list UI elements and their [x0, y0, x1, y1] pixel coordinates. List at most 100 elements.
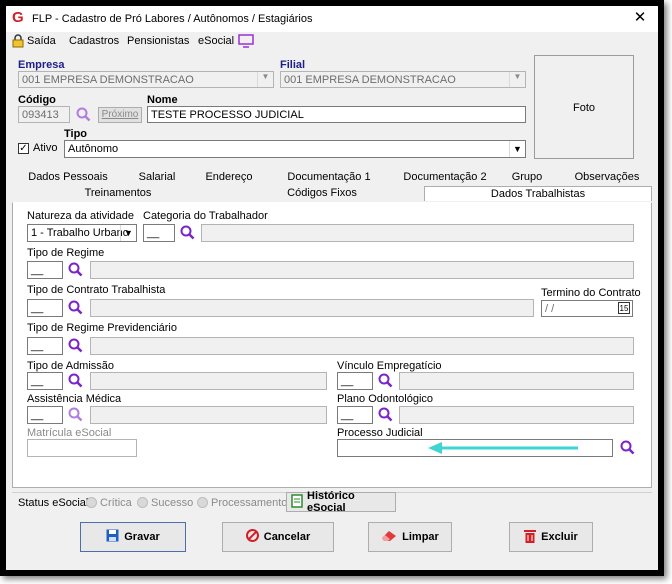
tipo-select[interactable]: Autônomo ▼ — [64, 140, 526, 158]
menu-esocial[interactable]: eSocial — [198, 35, 234, 47]
ativo-label: Ativo — [33, 142, 58, 154]
assistencia-code[interactable]: __ — [27, 406, 63, 424]
termino-value: / / — [545, 303, 555, 315]
monitor-icon[interactable] — [238, 34, 254, 51]
assistencia-label: Assistência Médica — [27, 393, 122, 405]
close-button[interactable]: ✕ — [630, 9, 650, 27]
matricula-label: Matrícula eSocial — [27, 427, 112, 439]
filial-label: Filial — [280, 59, 306, 71]
tipo-contrato-desc — [90, 299, 534, 317]
limpar-label: Limpar — [402, 531, 439, 543]
gravar-button[interactable]: Gravar — [80, 522, 186, 552]
window-title: FLP - Cadastro de Pró Labores / Autônomo… — [32, 13, 313, 25]
plano-odonto-desc — [399, 406, 634, 424]
limpar-button[interactable]: Limpar — [368, 522, 452, 552]
termino-date[interactable]: / / 15 — [541, 300, 633, 317]
tab-salarial[interactable]: Salarial — [122, 170, 192, 185]
empresa-select[interactable]: 001 EMPRESA DEMONSTRACAO ▼ — [18, 71, 274, 88]
search-icon[interactable] — [378, 407, 393, 422]
gravar-label: Gravar — [124, 531, 160, 543]
vinculo-code[interactable]: __ — [337, 372, 373, 390]
menu-cadastros[interactable]: Cadastros — [69, 35, 119, 47]
tab-endereco[interactable]: Endereço — [194, 170, 264, 185]
ativo-checkbox[interactable]: ✓ — [18, 143, 29, 154]
filial-select[interactable]: 001 EMPRESA DEMONSTRACAO ▼ — [280, 71, 526, 88]
chevron-down-icon: ▼ — [257, 72, 273, 87]
admissao-code[interactable]: __ — [27, 372, 63, 390]
natureza-value: 1 - Trabalho Urbano — [31, 227, 129, 239]
regime-prev-desc — [90, 337, 634, 355]
processo-label: Processo Judicial — [337, 427, 423, 439]
tipo-regime-code[interactable]: __ — [27, 261, 63, 279]
chevron-down-icon: ▼ — [509, 141, 525, 157]
tab-observacoes[interactable]: Observações — [564, 170, 650, 185]
categoria-code[interactable]: __ — [143, 224, 175, 242]
critica-label: Crítica — [100, 497, 132, 509]
regime-prev-label: Tipo de Regime Previdenciário — [27, 322, 177, 334]
admissao-desc — [90, 372, 327, 390]
chevron-down-icon: ▼ — [120, 225, 136, 241]
cancelar-button[interactable]: Cancelar — [222, 522, 334, 552]
plano-odonto-code[interactable]: __ — [337, 406, 373, 424]
tab-treinamentos[interactable]: Treinamentos — [18, 186, 218, 201]
historico-esocial-button[interactable]: Histórico eSocial — [286, 490, 396, 514]
nome-input[interactable]: TESTE PROCESSO JUDICIAL — [147, 106, 526, 123]
arrow-left-icon — [426, 440, 581, 459]
tab-dados-pessoais[interactable]: Dados Pessoais — [18, 170, 118, 185]
app-window: G FLP - Cadastro de Pró Labores / Autôno… — [6, 6, 658, 570]
filial-value: 001 EMPRESA DEMONSTRACAO — [284, 74, 456, 86]
tipo-contrato-code[interactable]: __ — [27, 299, 63, 317]
tipo-contrato-label: Tipo de Contrato Trabalhista — [27, 284, 166, 296]
excluir-button[interactable]: Excluir — [509, 522, 593, 552]
tab-grupo[interactable]: Grupo — [502, 170, 552, 185]
sucesso-radio[interactable] — [137, 497, 148, 508]
search-icon[interactable] — [68, 373, 83, 388]
proximo-button[interactable]: Próximo — [98, 107, 142, 123]
floppy-icon — [106, 529, 119, 545]
search-icon[interactable] — [378, 373, 393, 388]
tipo-label: Tipo — [64, 128, 88, 140]
tipo-regime-label: Tipo de Regime — [27, 247, 105, 259]
sucesso-label: Sucesso — [151, 497, 194, 509]
calendar-icon[interactable]: 15 — [618, 302, 630, 314]
assistencia-desc — [90, 406, 327, 424]
categoria-desc — [201, 224, 634, 242]
tab-documentacao-1[interactable]: Documentação 1 — [274, 170, 384, 185]
cancel-icon — [245, 529, 259, 545]
menu-pensionistas[interactable]: Pensionistas — [127, 35, 189, 47]
document-icon — [291, 493, 303, 511]
vinculo-desc — [399, 372, 634, 390]
critica-radio[interactable] — [86, 497, 97, 508]
processamento-label: Processamento — [211, 497, 288, 509]
codigo-value: 093413 — [22, 109, 59, 121]
app-logo-icon: G — [12, 9, 24, 26]
empresa-label: Empresa — [18, 59, 65, 71]
photo-box[interactable]: Foto — [534, 55, 634, 159]
plano-odonto-label: Plano Odontológico — [337, 393, 434, 405]
historico-label: Histórico eSocial — [307, 490, 355, 514]
codigo-label: Código — [18, 94, 56, 106]
search-icon[interactable] — [68, 262, 83, 277]
matricula-input[interactable] — [27, 439, 137, 457]
codigo-field[interactable]: 093413 — [18, 106, 70, 123]
tab-dados-trabalhistas[interactable]: Dados Trabalhistas — [424, 186, 652, 201]
search-icon[interactable] — [76, 107, 91, 122]
lock-icon — [12, 34, 24, 51]
cancelar-label: Cancelar — [263, 531, 311, 543]
tab-codigos-fixos[interactable]: Códigos Fixos — [220, 186, 424, 201]
tab-documentacao-2[interactable]: Documentação 2 — [390, 170, 500, 185]
search-icon[interactable] — [620, 440, 635, 455]
admissao-label: Tipo de Admissão — [27, 360, 115, 372]
processamento-radio[interactable] — [197, 497, 208, 508]
search-icon[interactable] — [68, 300, 83, 315]
search-icon[interactable] — [68, 407, 83, 422]
chevron-down-icon: ▼ — [509, 72, 525, 87]
menu-saida[interactable]: Saída — [27, 35, 56, 47]
status-label: Status eSocial: — [18, 497, 92, 509]
regime-prev-code[interactable]: __ — [27, 337, 63, 355]
natureza-select[interactable]: 1 - Trabalho Urbano ▼ — [27, 224, 137, 242]
nome-label: Nome — [147, 94, 178, 106]
search-icon[interactable] — [180, 225, 195, 240]
search-icon[interactable] — [68, 338, 83, 353]
categoria-label: Categoria do Trabalhador — [143, 210, 268, 222]
